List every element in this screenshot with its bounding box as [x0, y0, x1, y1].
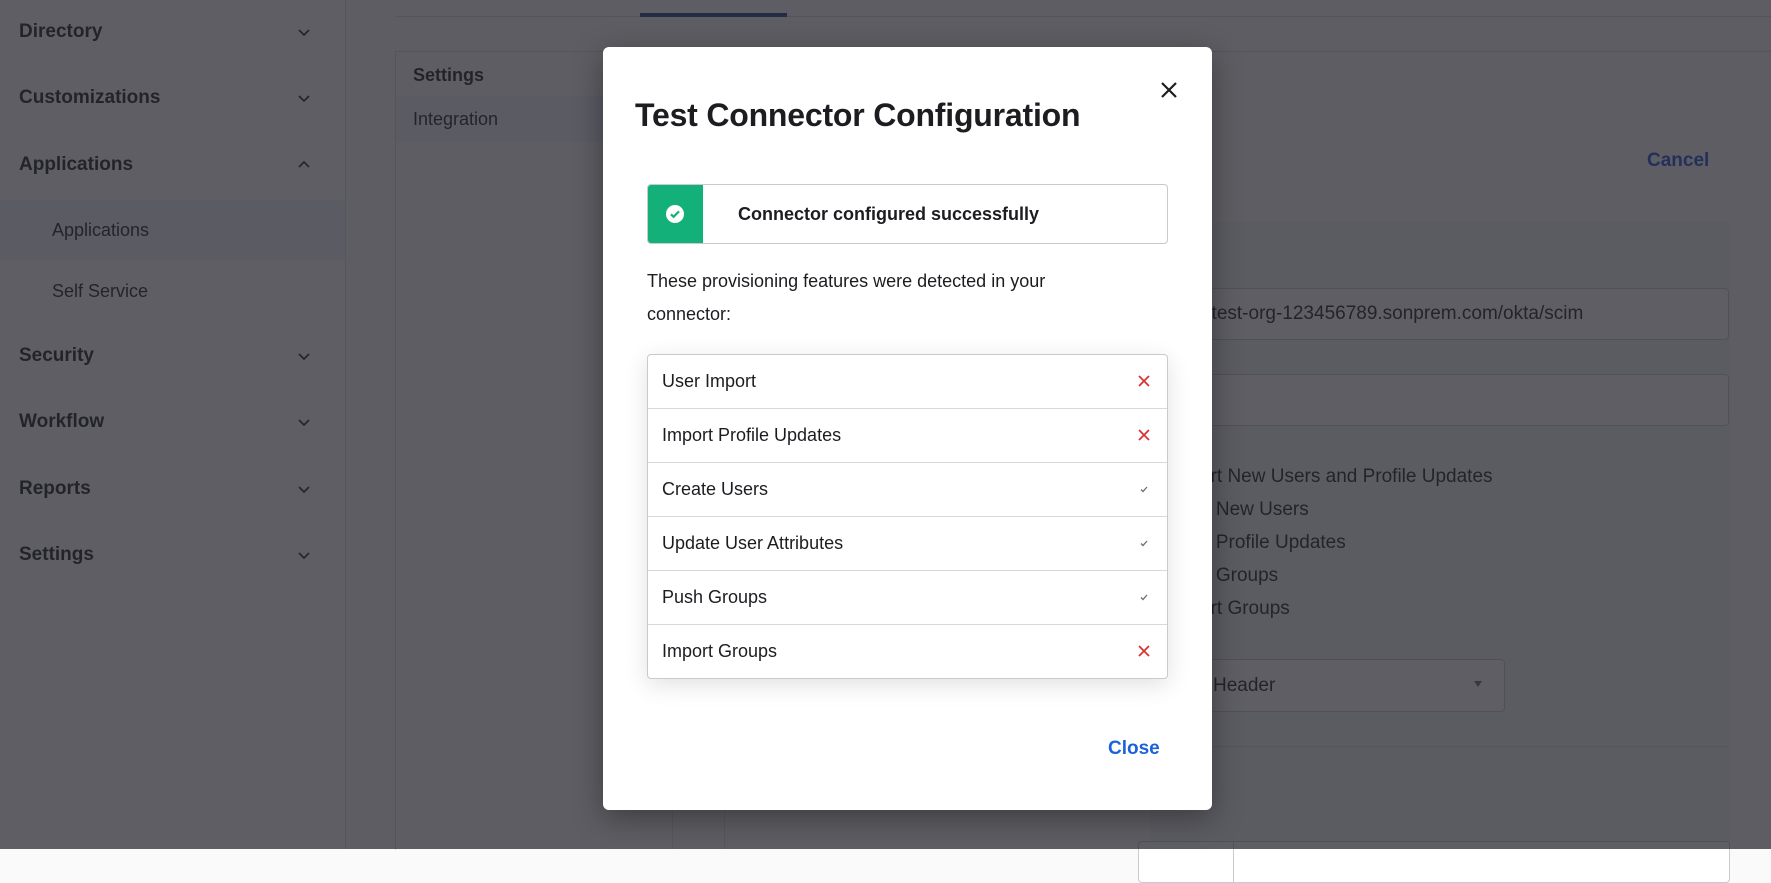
- supported-check-icon: [1140, 486, 1148, 493]
- test-connector-modal: Test Connector Configuration Connector c…: [603, 47, 1212, 810]
- unsupported-x-icon: [1138, 375, 1150, 387]
- feature-row: Import Profile Updates: [648, 408, 1167, 462]
- close-button[interactable]: Close: [1108, 738, 1160, 760]
- feature-name: Create Users: [662, 479, 769, 499]
- unsupported-x-icon: [1138, 429, 1150, 441]
- check-circle-icon: [666, 205, 684, 223]
- feature-row: Push Groups: [648, 570, 1167, 624]
- close-icon[interactable]: [1157, 78, 1181, 102]
- callout-message: Connector configured successfully: [738, 204, 1040, 224]
- feature-row: Update User Attributes: [648, 516, 1167, 570]
- supported-check-icon: [1140, 540, 1148, 547]
- feature-list: User Import Import Profile Updates Creat…: [647, 354, 1168, 679]
- feature-name: Import Groups: [662, 641, 778, 661]
- callout-status-strip: [648, 185, 703, 243]
- success-callout: Connector configured successfully: [647, 184, 1168, 244]
- unsupported-x-icon: [1138, 645, 1150, 657]
- feature-row: User Import: [648, 355, 1167, 408]
- feature-name: User Import: [662, 371, 757, 391]
- supported-check-icon: [1140, 594, 1148, 601]
- feature-name: Update User Attributes: [662, 533, 844, 553]
- feature-name: Import Profile Updates: [662, 425, 842, 445]
- feature-row: Create Users: [648, 462, 1167, 516]
- feature-name: Push Groups: [662, 587, 768, 607]
- modal-title: Test Connector Configuration: [635, 97, 1081, 133]
- features-intro-text: These provisioning features were detecte…: [647, 271, 1046, 324]
- feature-row: Import Groups: [648, 624, 1167, 678]
